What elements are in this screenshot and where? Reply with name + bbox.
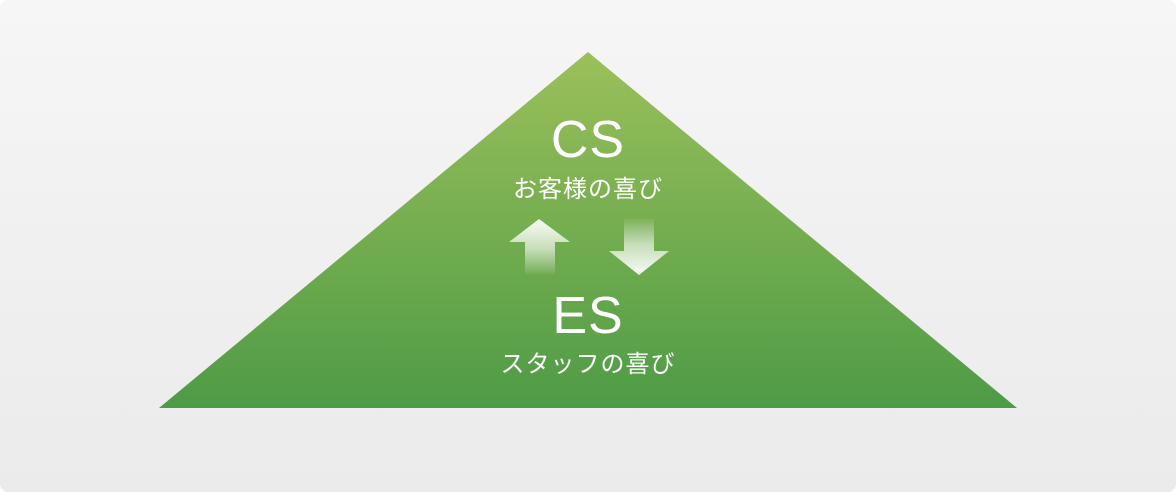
- es-subtitle: スタッフの喜び: [500, 350, 676, 378]
- cs-title: CS: [550, 111, 626, 169]
- pyramid-diagram: [159, 52, 1017, 408]
- es-title: ES: [552, 287, 624, 345]
- cs-subtitle: お客様の喜び: [513, 175, 663, 203]
- diagram-panel: CS お客様の喜び ES スタッフの喜び: [0, 0, 1176, 492]
